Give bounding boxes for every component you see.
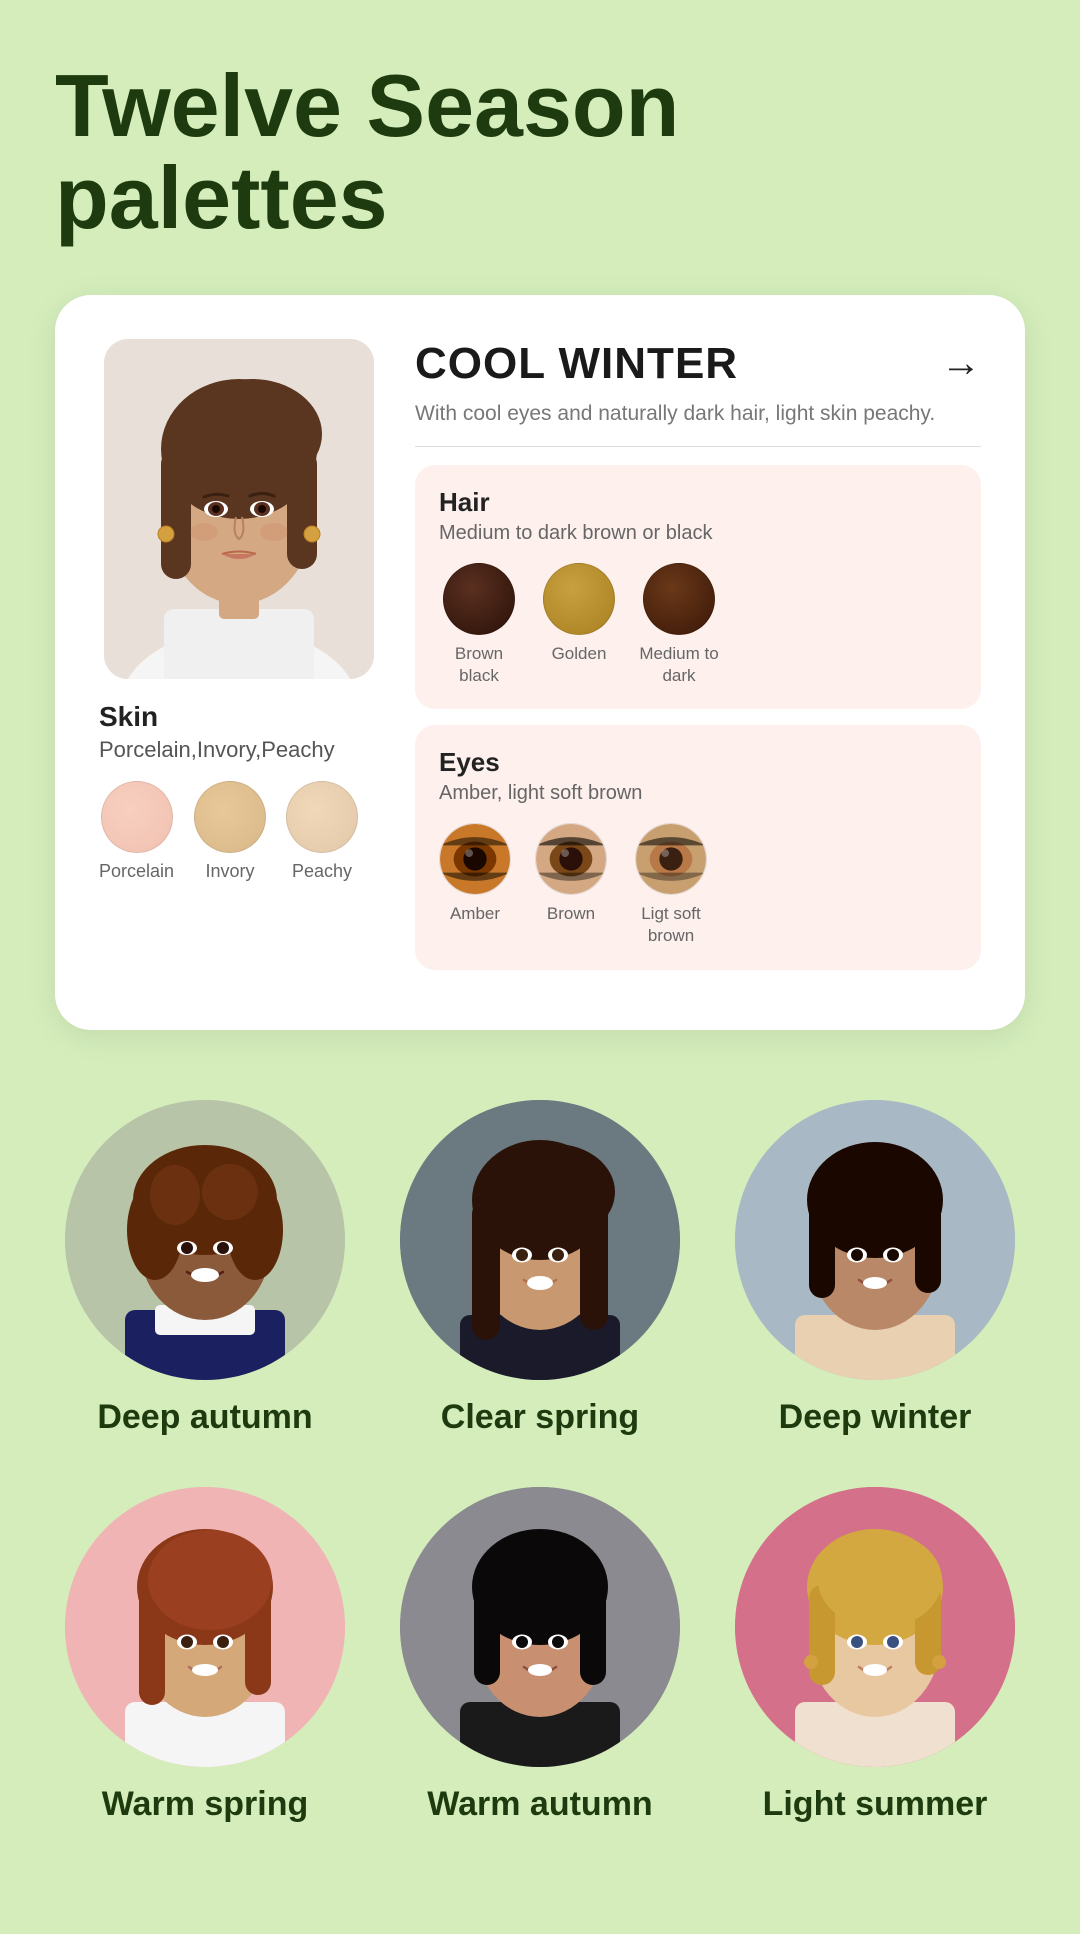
divider <box>415 446 981 447</box>
eye-label-softbrown: Ligt soft brown <box>631 903 711 947</box>
profile-circle-clear-spring <box>400 1100 680 1380</box>
eyes-title: Eyes <box>439 747 957 778</box>
hair-circle-mediumdark <box>643 563 715 635</box>
skin-label-porcelain: Porcelain <box>99 861 174 882</box>
hair-swatch-brownblack: Brown black <box>439 563 519 687</box>
eye-circle-amber <box>439 823 511 895</box>
season-card: Skin Porcelain,Invory,Peachy Porcelain I… <box>55 295 1025 1030</box>
profile-name-deep-winter: Deep winter <box>779 1398 972 1437</box>
skin-swatch-peachy: Peachy <box>286 781 358 882</box>
profile-circle-deep-winter <box>735 1100 1015 1380</box>
hair-subtitle: Medium to dark brown or black <box>439 522 957 545</box>
arrow-icon[interactable]: → <box>941 341 981 386</box>
page-title: Twelve Season palettes <box>55 60 1025 245</box>
profile-circle-light-summer <box>735 1487 1015 1767</box>
profile-clear-spring[interactable]: Clear spring <box>390 1100 690 1437</box>
portrait-container <box>104 339 374 679</box>
hair-label-golden: Golden <box>552 643 607 665</box>
skin-circle-ivory <box>194 781 266 853</box>
profiles-row-1: Deep autumn <box>55 1100 1025 1437</box>
skin-swatch-ivory: Invory <box>194 781 266 882</box>
eyes-subtitle: Amber, light soft brown <box>439 782 957 805</box>
hair-circle-golden <box>543 563 615 635</box>
skin-label-ivory: Invory <box>206 861 255 882</box>
hair-box: Hair Medium to dark brown or black Brown… <box>415 465 981 709</box>
portrait-image <box>104 339 374 679</box>
eye-circle-brown <box>535 823 607 895</box>
eyes-box: Eyes Amber, light soft brown <box>415 725 981 969</box>
hair-circle-brownblack <box>443 563 515 635</box>
hair-title: Hair <box>439 487 957 518</box>
hair-label-mediumdark: Medium to dark <box>639 643 719 687</box>
eye-label-amber: Amber <box>450 903 500 925</box>
profile-name-deep-autumn: Deep autumn <box>97 1398 312 1437</box>
profiles-row-2: Warm spring <box>55 1487 1025 1824</box>
profile-name-light-summer: Light summer <box>763 1785 988 1824</box>
skin-swatch-porcelain: Porcelain <box>99 781 174 882</box>
skin-swatches: Porcelain Invory Peachy <box>99 781 358 882</box>
profile-circle-warm-spring <box>65 1487 345 1767</box>
hair-swatch-mediumdark: Medium to dark <box>639 563 719 687</box>
profile-name-warm-autumn: Warm autumn <box>427 1785 652 1824</box>
card-left: Skin Porcelain,Invory,Peachy Porcelain I… <box>99 339 379 986</box>
eye-circle-softbrown <box>635 823 707 895</box>
profile-warm-spring[interactable]: Warm spring <box>55 1487 355 1824</box>
eye-swatch-amber: Amber <box>439 823 511 925</box>
hair-label-brownblack: Brown black <box>439 643 519 687</box>
skin-title: Skin <box>99 701 158 733</box>
profile-circle-warm-autumn <box>400 1487 680 1767</box>
eyes-swatches: Amber Br <box>439 823 957 947</box>
eye-swatch-brown: Brown <box>535 823 607 925</box>
profile-deep-winter[interactable]: Deep winter <box>725 1100 1025 1437</box>
profile-light-summer[interactable]: Light summer <box>725 1487 1025 1824</box>
skin-circle-porcelain <box>101 781 173 853</box>
profile-warm-autumn[interactable]: Warm autumn <box>390 1487 690 1824</box>
season-name: COOL WINTER <box>415 339 738 389</box>
profile-circle-deep-autumn <box>65 1100 345 1380</box>
eye-label-brown: Brown <box>547 903 595 925</box>
skin-label-peachy: Peachy <box>292 861 352 882</box>
hair-swatch-golden: Golden <box>543 563 615 665</box>
profile-deep-autumn[interactable]: Deep autumn <box>55 1100 355 1437</box>
page-wrapper: Twelve Season palettes <box>0 0 1080 1934</box>
hair-swatches: Brown black Golden Medium to dark <box>439 563 957 687</box>
season-description: With cool eyes and naturally dark hair, … <box>415 399 981 428</box>
season-header: COOL WINTER → <box>415 339 981 389</box>
card-right: COOL WINTER → With cool eyes and natural… <box>415 339 981 986</box>
profile-name-warm-spring: Warm spring <box>102 1785 309 1824</box>
eye-swatch-softbrown: Ligt soft brown <box>631 823 711 947</box>
profile-name-clear-spring: Clear spring <box>441 1398 639 1437</box>
skin-circle-peachy <box>286 781 358 853</box>
skin-subtitle: Porcelain,Invory,Peachy <box>99 737 335 763</box>
